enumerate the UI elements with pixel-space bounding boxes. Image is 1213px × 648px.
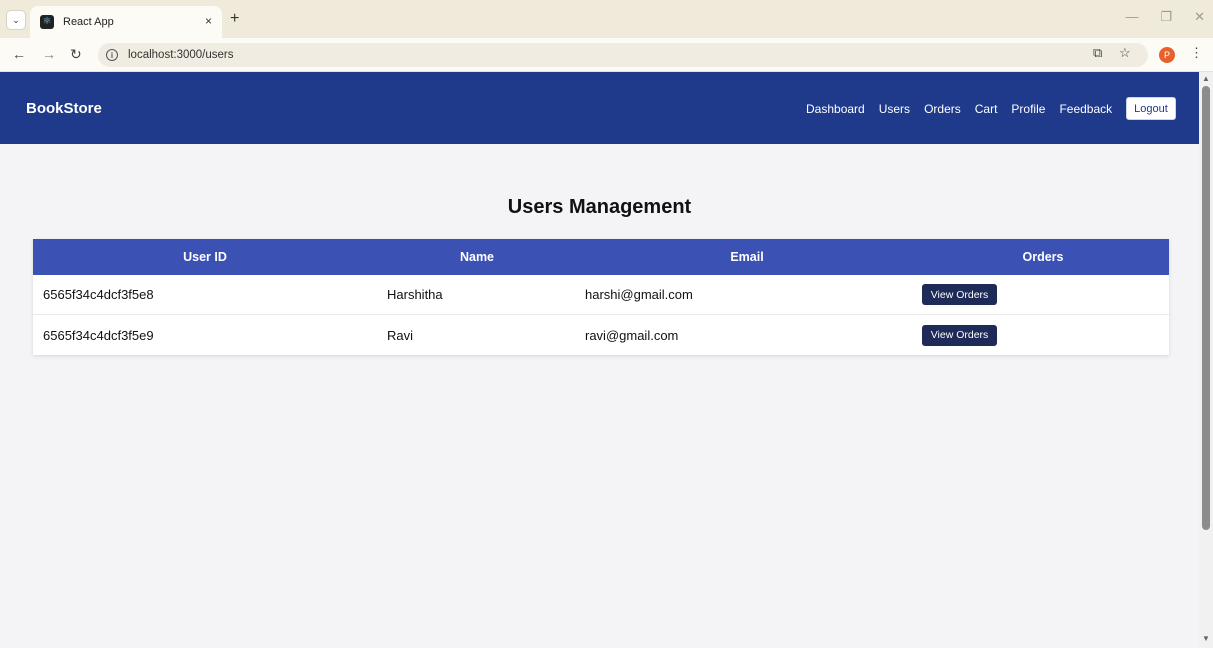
table-row: 6565f34c4dcf3f5e9 Ravi ravi@gmail.com Vi… [33, 315, 1169, 355]
header-user-id: User ID [183, 250, 227, 264]
cell-email: ravi@gmail.com [585, 327, 679, 343]
url-text: localhost:3000/users [128, 49, 234, 61]
view-orders-button[interactable]: View Orders [922, 284, 997, 305]
cell-user-id: 6565f34c4dcf3f5e9 [43, 327, 154, 343]
nav-link-orders[interactable]: Orders [924, 102, 961, 116]
nav-link-cart[interactable]: Cart [975, 102, 998, 116]
profile-avatar[interactable]: P [1159, 47, 1175, 63]
nav-link-feedback[interactable]: Feedback [1059, 102, 1112, 116]
back-arrow-icon[interactable]: ← [12, 46, 26, 62]
restore-icon[interactable]: ❐ [1160, 9, 1172, 25]
react-favicon-icon: ⚛ [40, 15, 54, 29]
close-tab-icon[interactable]: × [205, 14, 212, 28]
page-scrollbar[interactable]: ▲ ▼ [1199, 72, 1213, 648]
browser-toolbar: ← → ↻ i localhost:3000/users ⧉ ☆ P ⋮ [0, 38, 1213, 72]
users-table: User ID Name Email Orders 6565f34c4dcf3f… [33, 239, 1169, 355]
scroll-up-icon[interactable]: ▲ [1202, 74, 1210, 83]
browser-tab[interactable]: ⚛ React App × [30, 6, 222, 38]
site-info-icon[interactable]: i [106, 49, 118, 61]
window-controls: — ❐ ✕ [1125, 9, 1205, 25]
nav-links: Dashboard Users Orders Cart Profile Feed… [806, 102, 1126, 116]
nav-link-profile[interactable]: Profile [1011, 102, 1045, 116]
close-window-icon[interactable]: ✕ [1194, 9, 1205, 25]
cell-user-id: 6565f34c4dcf3f5e8 [43, 287, 154, 302]
cell-email: harshi@gmail.com [585, 287, 693, 302]
scroll-down-icon[interactable]: ▼ [1202, 634, 1210, 643]
page-title: Users Management [507, 196, 692, 218]
cell-name: Ravi [387, 327, 414, 343]
cell-name: Harshitha [387, 287, 443, 302]
header-orders: Orders [1022, 250, 1064, 264]
view-orders-button[interactable]: View Orders [922, 324, 997, 346]
table-header: User ID Name Email Orders [33, 239, 1169, 275]
tab-search-chevron-icon[interactable]: ⌄ [6, 10, 26, 30]
table-row: 6565f34c4dcf3f5e8 Harshitha harshi@gmail… [33, 275, 1169, 315]
cell-orders: View Orders [917, 284, 1169, 305]
nav-link-dashboard[interactable]: Dashboard [806, 102, 865, 116]
browser-menu-icon[interactable]: ⋮ [1190, 45, 1203, 61]
header-email: Email [730, 250, 764, 264]
reload-icon[interactable]: ↻ [70, 46, 82, 63]
browser-tab-strip: ⌄ ⚛ React App × + — ❐ ✕ [0, 0, 1213, 38]
cell-orders: View Orders [917, 324, 1169, 346]
new-tab-icon[interactable]: + [230, 10, 239, 28]
minimize-icon[interactable]: — [1125, 9, 1138, 25]
nav-link-users[interactable]: Users [879, 102, 910, 116]
address-bar[interactable]: i localhost:3000/users [98, 43, 1148, 67]
tab-title: React App [63, 16, 114, 28]
logout-button[interactable]: Logout [1126, 97, 1176, 120]
bookmark-star-icon[interactable]: ☆ [1119, 45, 1131, 61]
forward-arrow-icon[interactable]: → [42, 46, 56, 62]
brand-logo[interactable]: BookStore [26, 100, 102, 117]
app-navbar: BookStore Dashboard Users Orders Cart Pr… [0, 72, 1199, 144]
header-name: Name [459, 250, 495, 264]
scrollbar-thumb[interactable] [1202, 86, 1210, 530]
install-app-icon[interactable]: ⧉ [1093, 45, 1102, 61]
